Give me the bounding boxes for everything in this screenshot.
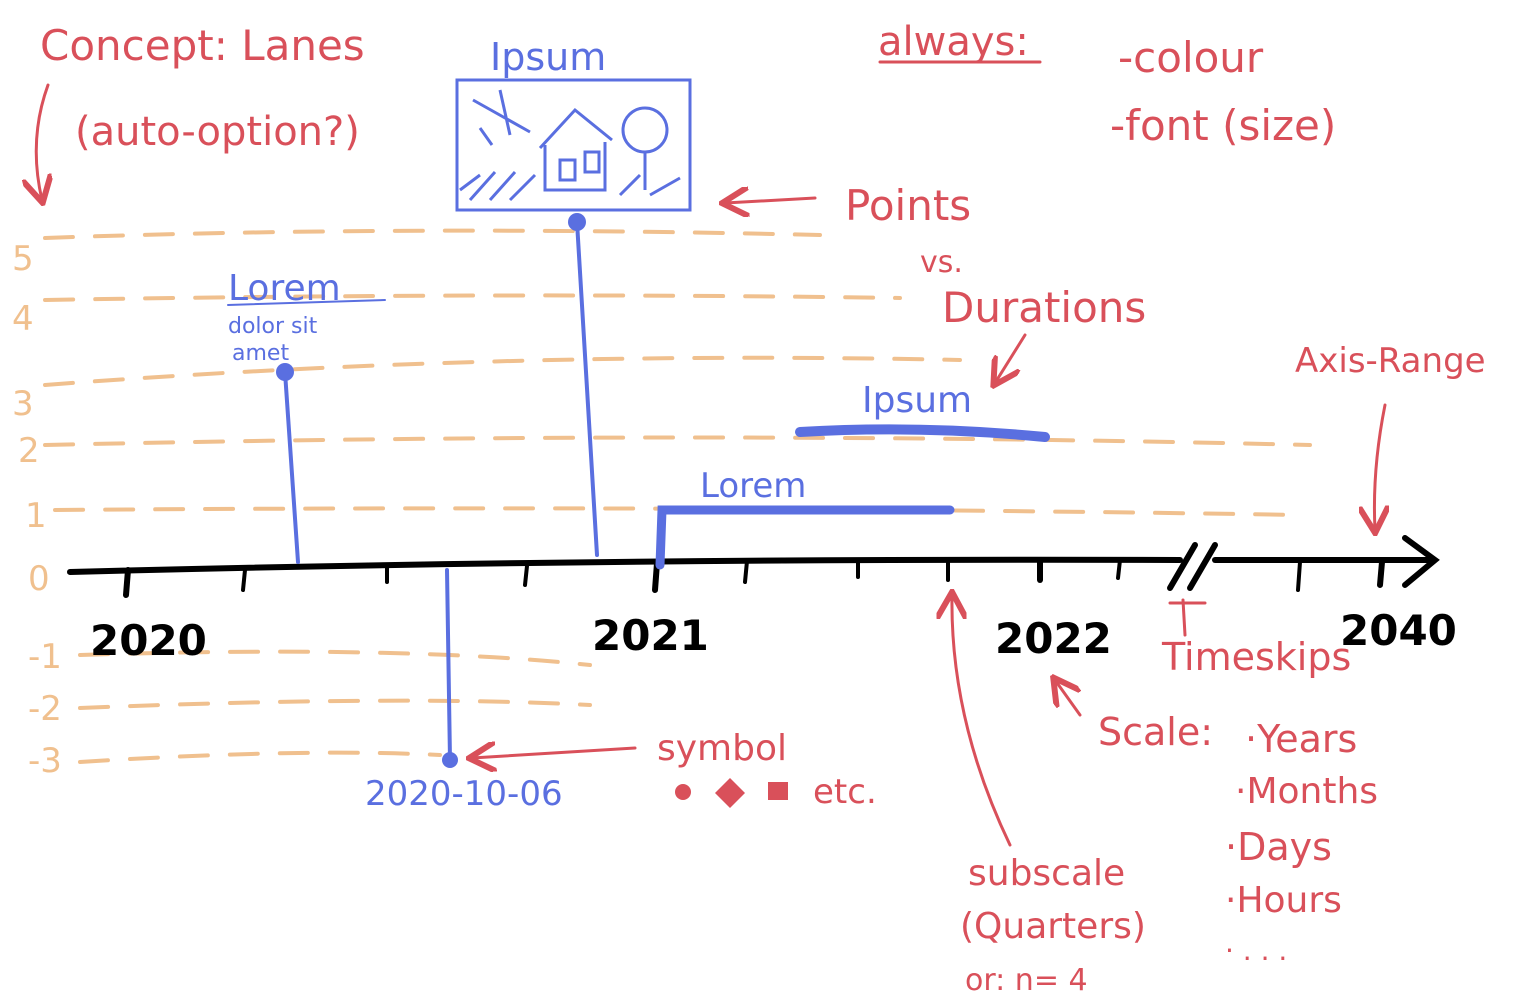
square-symbol-icon [768,782,788,800]
below-point-stem [445,568,452,762]
always-item: -font (size) [1110,101,1336,150]
lane-line-neg2 [78,698,592,710]
symbol-examples [675,778,788,808]
house-landscape-picture-icon [455,78,692,212]
lane-line-3 [43,355,962,387]
image-point-label: Ipsum [490,35,606,79]
lane-number: -1 [28,637,62,677]
lane-line-5 [43,228,822,240]
axis-range-note: Axis-Range [1295,341,1486,381]
scale-option: ·Months [1235,771,1378,812]
scale-option: ·Hours [1225,880,1342,921]
year-label: 2022 [995,614,1112,663]
duration-lower-bar [655,505,955,570]
lane-number: 2 [18,431,40,471]
lane-number: 3 [12,384,34,424]
sketch-canvas: 5 4 3 2 1 0 -1 -2 -3 2020 2021 2022 2040 [0,0,1513,1000]
concept-subtitle: (auto-option?) [75,109,360,155]
year-label: 2021 [592,611,709,660]
scale-label: Scale: [1098,710,1213,754]
point-marker[interactable] [442,752,458,768]
lane-number: -2 [28,689,62,729]
points-note: Points [845,181,971,230]
symbol-note: symbol [657,728,787,769]
always-label: always: [878,19,1029,65]
subscale-detail: (Quarters) [960,906,1146,947]
vs-note: vs. [920,245,963,280]
diamond-symbol-icon [715,778,745,808]
text-point-subtitle: dolor sit [228,314,318,339]
duration-upper-bar [795,424,1050,442]
year-label: 2040 [1340,606,1457,655]
axis-break-icon [1167,542,1218,591]
subscale-note: subscale [968,853,1125,894]
concept-title: Concept: Lanes [40,21,365,70]
scale-option: · . . . [1225,934,1287,967]
symbol-etc: etc. [813,772,877,812]
timeskips-note: Timeskips [1161,635,1351,679]
image-point-stem [575,220,599,557]
scale-option: ·Years [1245,717,1357,761]
timeline-items [227,220,1050,762]
time-axis [67,535,1440,591]
duration-lower-label: Lorem [700,466,806,506]
timeline-sketch: 5 4 3 2 1 0 -1 -2 -3 2020 2021 2022 2040 [12,19,1486,998]
text-point-title: Lorem [228,268,341,309]
year-label: 2020 [90,616,207,665]
point-marker[interactable] [568,213,586,231]
text-point-stem [283,370,300,564]
lane-number: 1 [25,496,47,536]
durations-note: Durations [942,283,1146,332]
lane-number: 4 [12,299,34,339]
below-point-label: 2020-10-06 [365,774,563,814]
text-point-body: amet [232,341,289,366]
scale-option: ·Days [1225,825,1332,869]
always-item: -colour [1118,33,1264,82]
lane-number: 0 [28,559,50,599]
duration-upper-label: Ipsum [862,380,972,421]
circle-symbol-icon [675,784,691,800]
lane-line-neg3 [78,750,442,764]
lane-line-2 [43,435,1312,447]
lane-number: 5 [12,239,34,279]
lane-line-4 [43,293,902,302]
subscale-alt: or: n= 4 [965,963,1088,998]
lane-number: -3 [28,741,62,781]
